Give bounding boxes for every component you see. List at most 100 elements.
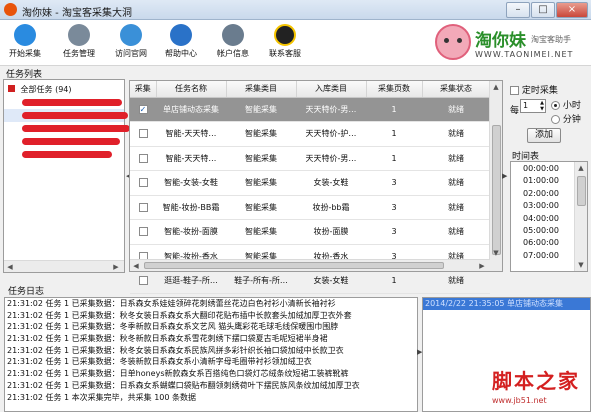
collect-category: 智能采集 — [226, 195, 296, 220]
table-row[interactable]: 智能-妆扮-面膜 智能采集 妆扮-面膜 3 就绪 — [130, 219, 490, 245]
row-checkbox[interactable] — [138, 129, 148, 139]
minimize-button[interactable]: – — [506, 2, 530, 18]
table-row[interactable]: ✓ 单店铺动态采集 智能采集 天天特价-男… 1 就绪 — [130, 97, 490, 122]
collect-category: 智能采集 — [226, 219, 296, 245]
table-row[interactable]: 智能-天天特… 智能采集 天天特价-护… 1 就绪 — [130, 121, 490, 147]
start-collect-button[interactable]: 开始采集 — [0, 22, 50, 64]
user-icon — [222, 24, 244, 46]
table-row[interactable]: 逛逛-鞋子-所… 鞋子-所有-所… 女装-女鞋 1 就绪 — [130, 268, 490, 294]
redacted-text — [22, 99, 122, 106]
hour-radio[interactable] — [551, 101, 560, 110]
tree-item[interactable] — [4, 122, 130, 135]
globe-icon — [120, 24, 142, 46]
minute-radio[interactable] — [551, 115, 560, 124]
table-row[interactable]: 智能-妆扮-BB霜 智能采集 妆扮-bb霜 3 就绪 — [130, 195, 490, 220]
tree-item[interactable] — [4, 148, 124, 161]
row-checkbox[interactable] — [138, 202, 148, 212]
store-category: 天天特价-男… — [296, 97, 366, 122]
unit-hour[interactable]: 小时 — [551, 98, 581, 111]
help-center-label: 帮助中心 — [165, 49, 197, 58]
task-log[interactable]: 21:31:02 任务 1 已采集数据：日系森女系娃娃领碎花刺绣蕾丝花边白色衬衫… — [4, 297, 418, 412]
col-header[interactable]: 采集 — [130, 81, 157, 98]
row-checkbox[interactable]: ✓ — [138, 104, 148, 114]
account-info-label: 帐户信息 — [217, 49, 249, 58]
h-scroll-thumb[interactable] — [144, 262, 444, 269]
stepper-arrows-icon[interactable]: ▲ ▼ — [540, 100, 544, 112]
tree-horizontal-scrollbar[interactable]: ◀ ▶ — [4, 260, 124, 272]
status: 就绪 — [422, 195, 490, 220]
col-header[interactable]: 入库类目 — [296, 81, 367, 98]
interval-stepper[interactable]: 1 ▲ ▼ — [520, 99, 546, 113]
timer-enable[interactable]: 定时采集 — [510, 83, 558, 96]
log-line: 21:31:02 任务 1 已采集数据：秋冬女装日系森女系民族风拼多彩针织长袖口… — [7, 345, 344, 355]
log-line: 21:31:02 任务 1 已采集数据：秋冬女装日系森女系大翻印花贴布插中长款套… — [7, 310, 352, 320]
play-icon — [14, 24, 36, 46]
scroll-left-icon: ◀ — [133, 262, 139, 270]
collect-category: 智能采集 — [226, 97, 296, 122]
task-name: 智能-天天特… — [156, 121, 226, 147]
row-checkbox[interactable] — [138, 227, 148, 237]
scroll-right-icon: ▶ — [113, 263, 119, 271]
help-center-button[interactable]: 帮助中心 — [156, 22, 206, 64]
scroll-thumb[interactable] — [492, 125, 501, 255]
table-header: 采集 任务名称 采集类目 入库类目 采集页数 采集状态 — [130, 81, 491, 98]
close-button[interactable]: × — [556, 2, 588, 18]
redacted-text — [22, 151, 112, 158]
log-line: 21:31:02 任务 1 本次采集完毕，共采集 100 条数据 — [7, 392, 197, 402]
collect-category: 智能采集 — [226, 121, 296, 147]
page-count: 1 — [366, 268, 422, 294]
schedule-scrollbar[interactable]: ▲ ▼ — [574, 162, 587, 271]
brand-tagline: 淘宝客助手 — [531, 35, 571, 44]
history-entry[interactable]: 2014/2/22 21:35:05 单店铺动态采集 — [423, 298, 590, 310]
table-row[interactable]: 智能-天天特… 智能采集 天天特价-男… 1 就绪 — [130, 146, 490, 171]
window-title: 淘你妹 - 淘宝客采集大洞 — [22, 8, 132, 19]
col-header[interactable]: 任务名称 — [156, 81, 227, 98]
status: 就绪 — [422, 97, 490, 122]
store-category: 天天特价-护… — [296, 121, 366, 147]
start-collect-label: 开始采集 — [9, 49, 41, 58]
timer-checkbox[interactable] — [510, 86, 519, 95]
collect-category: 智能采集 — [226, 146, 296, 171]
unit-minute[interactable]: 分钟 — [551, 112, 581, 125]
visit-site-button[interactable]: 访问官网 — [106, 22, 156, 64]
collect-category: 鞋子-所有-所… — [226, 268, 296, 294]
watermark: 脚本之家 www.jb51.net — [492, 365, 588, 409]
brand-name: 淘你妹 — [475, 31, 526, 51]
task-tree[interactable]: 全部任务 (94) ◀ ▶ — [3, 79, 130, 273]
contact-support-button[interactable]: 联系客服 — [260, 22, 310, 64]
col-header[interactable]: 采集类目 — [226, 81, 297, 98]
col-header[interactable]: 采集状态 — [422, 81, 491, 98]
table-row[interactable]: 智能-女装-女鞋 智能采集 女装-女鞋 3 就绪 — [130, 170, 490, 196]
account-info-button[interactable]: 帐户信息 — [208, 22, 258, 64]
tree-root-label: 全部任务 (94) — [20, 85, 72, 94]
maximize-button[interactable]: □ — [531, 2, 555, 18]
row-checkbox[interactable] — [138, 276, 148, 286]
title-bar: 淘你妹 - 淘宝客采集大洞 – □ × — [0, 0, 591, 20]
log-heading: 任务日志 — [8, 287, 45, 297]
tree-item[interactable] — [4, 135, 124, 148]
visit-site-label: 访问官网 — [115, 49, 147, 58]
timer-enable-label: 定时采集 — [521, 86, 558, 96]
splitter-right-icon[interactable]: ▶ — [502, 172, 507, 181]
col-header[interactable]: 采集页数 — [366, 81, 423, 98]
scroll-up-icon: ▲ — [493, 83, 499, 91]
store-category: 天天特价-男… — [296, 146, 366, 171]
schedule-list[interactable]: 00:00:00 01:00:00 02:00:00 03:00:00 04:0… — [510, 161, 588, 272]
scroll-thumb[interactable] — [577, 176, 586, 206]
tree-root[interactable]: 全部任务 (94) — [4, 83, 124, 96]
tree-item[interactable] — [4, 96, 124, 109]
grid-horizontal-scrollbar[interactable]: ◀ ▶ — [130, 259, 490, 271]
collect-category: 智能采集 — [226, 170, 296, 196]
grid-vertical-scrollbar[interactable]: ▲ ▼ — [489, 81, 502, 271]
task-manage-button[interactable]: 任务管理 — [54, 22, 104, 64]
row-checkbox[interactable] — [138, 153, 148, 163]
add-time-button[interactable]: 添加 — [527, 128, 561, 143]
log-line: 21:31:02 任务 1 已采集数据：秋冬新款日系森女系雪花刺绣下摆口袋夏古毛… — [7, 334, 328, 344]
interval-value: 1 — [523, 101, 529, 110]
tree-item[interactable] — [4, 109, 128, 122]
log-line: 21:31:02 任务 1 已采集数据：日系森女系蝴蝶口袋贴布翻领刺绣荷叶下摆民… — [7, 380, 360, 390]
brand-logo: 淘你妹 淘宝客助手 WWW.TAONIMEI.NET — [435, 22, 585, 64]
row-checkbox[interactable] — [138, 178, 148, 188]
status: 就绪 — [422, 146, 490, 171]
every-label: 每 — [510, 106, 520, 116]
